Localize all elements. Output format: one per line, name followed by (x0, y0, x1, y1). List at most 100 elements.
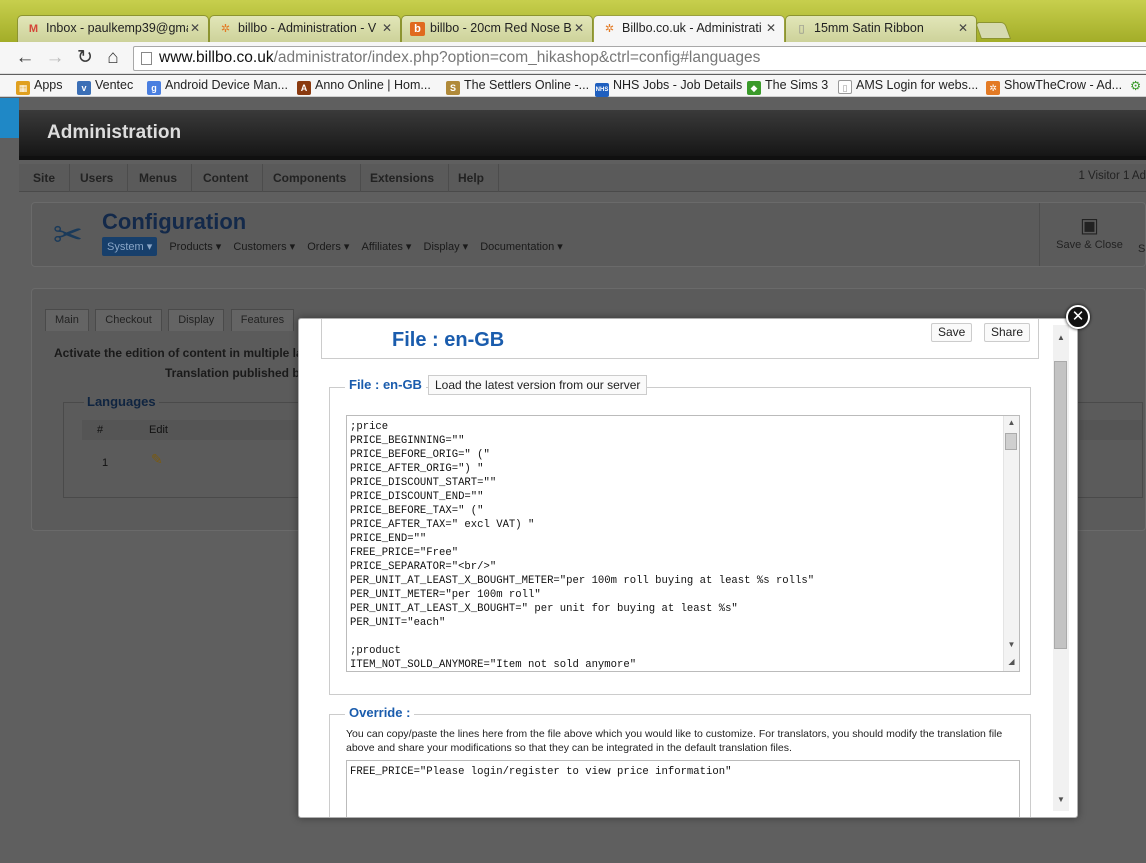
close-tab-icon[interactable]: ✕ (574, 21, 584, 35)
language-file-textarea[interactable]: ;price PRICE_BEGINNING="" PRICE_BEFORE_O… (346, 415, 1020, 672)
submenu-display[interactable]: Display ▾ (424, 240, 469, 253)
page-icon: ▯ (838, 80, 852, 94)
admin-header: Administration (19, 110, 1146, 160)
status-visitors: 1 Visitor 1 Ad (1078, 170, 1146, 182)
scroll-up-icon[interactable]: ▲ (1004, 418, 1019, 427)
bookmark-settlers-online[interactable]: S The Settlers Online -... (446, 78, 589, 95)
share-button[interactable]: Share (984, 323, 1031, 342)
submenu-documentation[interactable]: Documentation ▾ (480, 240, 563, 253)
menu-content[interactable]: Content (189, 164, 264, 192)
tools-icon: ✂ (52, 214, 84, 255)
joomla-icon: ✲ (986, 81, 1000, 95)
modal-scrollbar[interactable]: ▲ ▼ (1053, 325, 1069, 811)
override-legend: Override : (345, 705, 415, 720)
close-tab-icon[interactable]: ✕ (190, 21, 200, 35)
menu-components[interactable]: Components (259, 164, 362, 192)
tab-checkout[interactable]: Checkout (95, 309, 162, 331)
tab-display[interactable]: Display (168, 309, 225, 331)
language-file-content: ;price PRICE_BEGINNING="" PRICE_BEFORE_O… (350, 421, 815, 671)
page-icon: ▯ (798, 23, 805, 35)
gmail-icon: M (28, 23, 39, 35)
submenu-orders[interactable]: Orders ▾ (307, 240, 349, 253)
textarea-scrollbar[interactable]: ▲ ▼ ◢ (1003, 416, 1019, 671)
bookmark-apps[interactable]: ▦ Apps (16, 78, 63, 95)
new-tab-button[interactable] (974, 22, 1012, 39)
language-edit-modal: File : en-GB Save Share File : en-GB Loa… (298, 318, 1078, 818)
address-bar[interactable]: www.billbo.co.uk/administrator/index.php… (133, 46, 1146, 71)
google-icon: g (147, 81, 161, 95)
language-row-number: 1 (102, 457, 109, 469)
sims-icon: ◆ (747, 81, 761, 95)
joomla-icon: ✲ (220, 23, 231, 35)
scroll-down-icon[interactable]: ▼ (1004, 640, 1019, 649)
bookmark-showthecrow[interactable]: ✲ ShowTheCrow - Ad... (986, 78, 1122, 95)
hikashop-submenu: System ▾ Products ▾ Customers ▾ Orders ▾… (102, 237, 572, 256)
close-tab-icon[interactable]: ✕ (766, 21, 776, 35)
close-modal-icon[interactable]: ✕ (1066, 305, 1090, 329)
save-close-button[interactable]: ▣ Save & Close (1039, 203, 1139, 266)
close-tab-icon[interactable]: ✕ (382, 21, 392, 35)
textarea-scroll-thumb[interactable] (1005, 433, 1017, 450)
menu-extensions[interactable]: Extensions (356, 164, 450, 192)
scroll-down-icon[interactable]: ▼ (1053, 795, 1069, 804)
page-info-icon[interactable] (141, 52, 152, 65)
sidebar-accent (0, 98, 19, 138)
bookmark-ams-login[interactable]: ▯ AMS Login for webs... (838, 78, 978, 94)
submenu-system[interactable]: System ▾ (102, 237, 158, 256)
configuration-panel: ✂ Configuration System ▾ Products ▾ Cust… (31, 202, 1146, 267)
menu-site[interactable]: Site (19, 164, 71, 192)
forward-icon[interactable]: → (44, 47, 66, 69)
browser-tab-gmail[interactable]: M Inbox - paulkemp39@gmai ✕ (17, 15, 209, 42)
file-title: File : en-GB (392, 329, 505, 351)
bookmark-nhs-jobs[interactable]: NHS NHS Jobs - Job Details (595, 78, 742, 97)
admin-title: Administration (47, 122, 182, 143)
tab-main[interactable]: Main (45, 309, 89, 331)
bookmark-android-device-manager[interactable]: g Android Device Man... (147, 78, 288, 95)
override-content: FREE_PRICE="Please login/register to vie… (350, 766, 732, 778)
load-latest-version-button[interactable]: Load the latest version from our server (428, 375, 648, 395)
browser-tab-billbo-admin[interactable]: ✲ billbo - Administration - V ✕ (209, 15, 401, 42)
back-icon[interactable]: ← (14, 47, 36, 69)
close-tab-icon[interactable]: ✕ (958, 21, 968, 35)
bookmark-anno-online[interactable]: A Anno Online | Hom... (297, 78, 431, 95)
home-icon[interactable]: ⌂ (102, 47, 124, 69)
option-label-multilang: Activate the edition of content in multi… (54, 346, 303, 360)
save-button[interactable]: Save (931, 323, 973, 342)
submenu-affiliates[interactable]: Affiliates ▾ (361, 240, 411, 253)
ventec-icon: v (77, 81, 91, 95)
save-button-cut[interactable]: Sa (1138, 243, 1146, 255)
override-textarea[interactable]: FREE_PRICE="Please login/register to vie… (346, 760, 1020, 817)
scroll-up-icon[interactable]: ▲ (1053, 333, 1069, 342)
browser-tab-red-nose[interactable]: b billbo - 20cm Red Nose Be ✕ (401, 15, 593, 42)
save-icon: ▣ (1080, 215, 1099, 237)
bookmark-the-sims-3[interactable]: ◆ The Sims 3 (747, 78, 828, 95)
resize-grip-icon[interactable]: ◢ (1004, 657, 1019, 666)
extension-icon[interactable]: ⚙ (1130, 78, 1141, 93)
bookmarks-bar: ▦ Apps v Ventec g Android Device Man... A An… (0, 75, 1146, 97)
menu-menus[interactable]: Menus (125, 164, 193, 192)
edit-icon[interactable]: ✎ (151, 451, 163, 468)
languages-legend: Languages (84, 394, 159, 409)
submenu-products[interactable]: Products ▾ (169, 240, 221, 253)
file-fieldset-legend: File : en-GB (345, 377, 426, 392)
settlers-icon: S (446, 81, 460, 95)
apps-icon: ▦ (16, 81, 30, 95)
billbo-icon: b (410, 22, 425, 36)
submenu-customers[interactable]: Customers ▾ (233, 240, 295, 253)
file-header: File : en-GB Save Share (321, 319, 1039, 359)
menu-users[interactable]: Users (66, 164, 129, 192)
reload-icon[interactable]: ↻ (74, 47, 96, 69)
bookmark-ventec[interactable]: v Ventec (77, 78, 133, 95)
browser-tab-billbo-administration[interactable]: ✲ Billbo.co.uk - Administrati ✕ (593, 15, 785, 42)
modal-scroll-thumb[interactable] (1054, 361, 1067, 649)
config-tabs: Main Checkout Display Features (45, 309, 296, 331)
override-description: You can copy/paste the lines here from t… (346, 728, 1003, 754)
admin-menu: Site Users Menus Content Components Exte… (19, 164, 1146, 192)
tab-features[interactable]: Features (230, 309, 295, 331)
menu-help[interactable]: Help (444, 164, 500, 192)
browser-tab-satin-ribbon[interactable]: ▯ 15mm Satin Ribbon ✕ (785, 15, 977, 42)
browser-toolbar: ← → ↻ ⌂ www.billbo.co.uk/administrator/i… (0, 42, 1146, 74)
page-title: Configuration (102, 209, 247, 234)
option-label-translation: Translation published b (165, 366, 300, 380)
joomla-icon: ✲ (604, 23, 615, 35)
